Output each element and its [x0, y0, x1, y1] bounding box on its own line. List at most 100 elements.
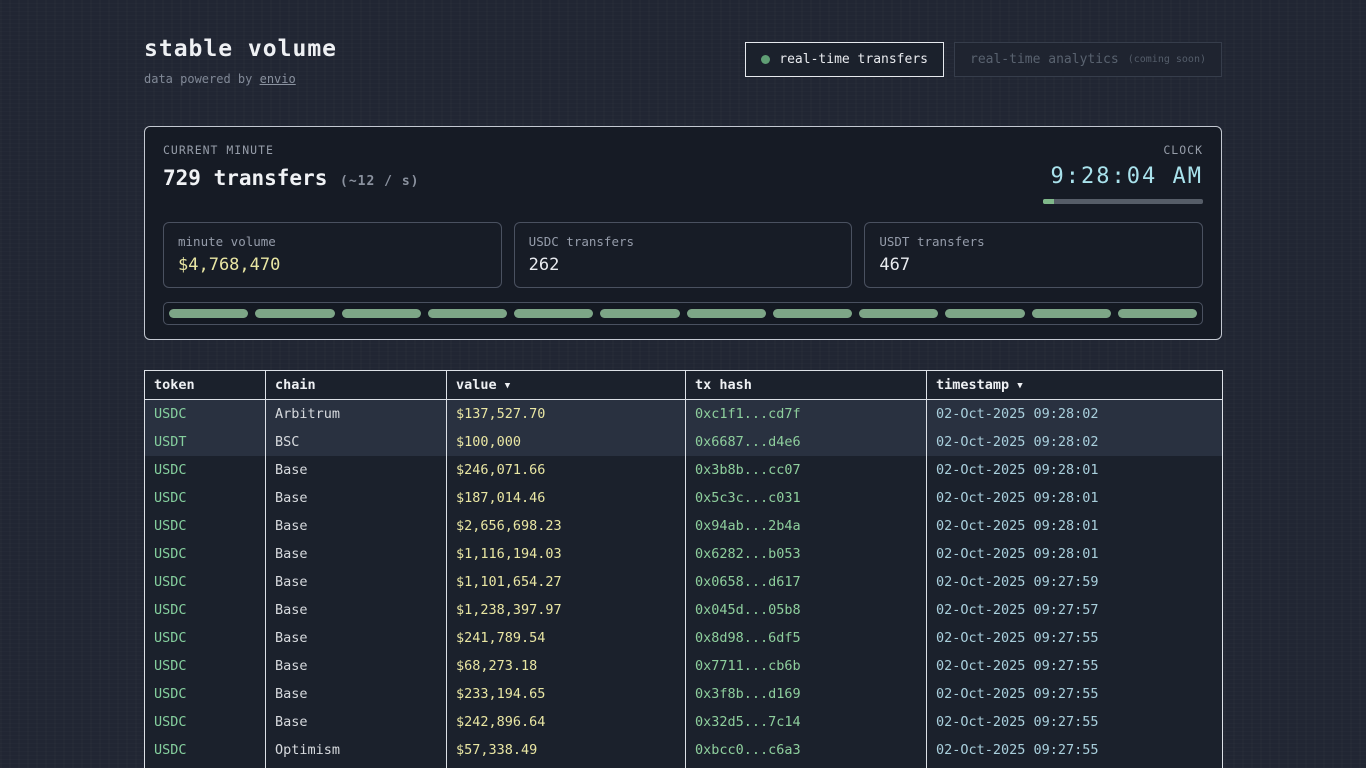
activity-segment	[859, 309, 938, 318]
timestamp-cell: 02-Oct-2025 09:27:59	[927, 568, 1223, 596]
value-cell: $233,194.65	[447, 764, 686, 768]
column-header-token: token	[145, 371, 266, 400]
tx-hash-link[interactable]: 0xbcc0...c6a3	[686, 736, 927, 764]
chain-cell: Base	[266, 652, 447, 680]
timestamp-cell: 02-Oct-2025 09:28:01	[927, 540, 1223, 568]
subtitle-prefix: data powered by	[144, 72, 260, 86]
transfer-row: USDC Base $233,194.65 0x3f8b...d169 02-O…	[145, 680, 1223, 708]
tx-hash-link[interactable]: 0x3b8b...cc07	[686, 456, 927, 484]
sort-desc-icon: ▼	[505, 381, 510, 391]
token-cell: USDC	[145, 512, 266, 540]
stat-label: USDT transfers	[879, 234, 1188, 249]
tab-bar: real-time transfers real-time analytics …	[745, 42, 1222, 77]
value-cell: $1,101,654.27	[447, 568, 686, 596]
value-cell: $1,116,194.03	[447, 540, 686, 568]
envio-link[interactable]: envio	[260, 72, 296, 86]
transfer-row: USDC Base $1,116,194.03 0x6282...b053 02…	[145, 540, 1223, 568]
clock-time: 9:28:04 AM	[1043, 164, 1203, 189]
column-header-timestamp[interactable]: timestamp ▼	[927, 371, 1223, 400]
stat-value: 262	[529, 255, 838, 275]
transfers-table-body: USDC Arbitrum $137,527.70 0xc1f1...cd7f …	[145, 400, 1223, 768]
tx-hash-link[interactable]: 0x8d98...6df5	[686, 624, 927, 652]
activity-segment	[600, 309, 679, 318]
subtitle: data powered by envio	[144, 72, 337, 86]
chain-cell: Base	[266, 624, 447, 652]
value-cell: $241,789.54	[447, 624, 686, 652]
activity-segment	[945, 309, 1024, 318]
tx-hash-link[interactable]: 0x7711...cb6b	[686, 652, 927, 680]
value-cell: $57,338.49	[447, 736, 686, 764]
current-minute-label: CURRENT MINUTE	[163, 143, 419, 157]
column-label: tx hash	[695, 377, 752, 393]
transfer-row: USDT BSC $100,000 0x6687...d4e6 02-Oct-2…	[145, 428, 1223, 456]
tx-hash-link[interactable]: 0xbf75...3661	[686, 764, 927, 768]
chain-cell: Base	[266, 764, 447, 768]
clock-label: CLOCK	[1043, 143, 1203, 157]
chain-cell: Base	[266, 596, 447, 624]
timestamp-cell: 02-Oct-2025 09:28:01	[927, 484, 1223, 512]
timestamp-cell: 02-Oct-2025 09:27:57	[927, 596, 1223, 624]
page-container: stable volume data powered by envio real…	[144, 0, 1222, 768]
token-cell: USDC	[145, 596, 266, 624]
current-minute-block: CURRENT MINUTE 729 transfers (~12 / s)	[163, 143, 419, 190]
chain-cell: Base	[266, 680, 447, 708]
tx-hash-link[interactable]: 0x045d...05b8	[686, 596, 927, 624]
clock-block: CLOCK 9:28:04 AM	[1043, 143, 1203, 204]
chain-cell: Base	[266, 484, 447, 512]
timestamp-cell: 02-Oct-2025 09:27:53	[927, 764, 1223, 768]
stat-box-usdc-transfers: USDC transfers 262	[514, 222, 853, 288]
stat-box-usdt-transfers: USDT transfers 467	[864, 222, 1203, 288]
tab-realtime-transfers[interactable]: real-time transfers	[745, 42, 944, 77]
transfer-row: USDC Arbitrum $137,527.70 0xc1f1...cd7f …	[145, 400, 1223, 428]
tx-hash-link[interactable]: 0x3f8b...d169	[686, 680, 927, 708]
transfer-row: USDC Base $187,014.46 0x5c3c...c031 02-O…	[145, 484, 1223, 512]
tx-hash-link[interactable]: 0x5c3c...c031	[686, 484, 927, 512]
coming-soon-badge: (coming soon)	[1128, 54, 1206, 65]
transfer-row: USDC Base $233,194.65 0xbf75...3661 02-O…	[145, 764, 1223, 768]
activity-segment	[514, 309, 593, 318]
transfer-row: USDC Base $241,789.54 0x8d98...6df5 02-O…	[145, 624, 1223, 652]
title-block: stable volume data powered by envio	[144, 36, 337, 86]
stat-value: 467	[879, 255, 1188, 275]
value-cell: $246,071.66	[447, 456, 686, 484]
tx-hash-link[interactable]: 0x32d5...7c14	[686, 708, 927, 736]
tx-hash-link[interactable]: 0x6282...b053	[686, 540, 927, 568]
sort-desc-icon: ▼	[1017, 381, 1022, 391]
activity-segment	[169, 309, 248, 318]
minute-progress-fill	[1043, 199, 1054, 204]
transfer-row: USDC Base $1,101,654.27 0x0658...d617 02…	[145, 568, 1223, 596]
chain-cell: Arbitrum	[266, 400, 447, 428]
token-cell: USDC	[145, 484, 266, 512]
transfers-table: token chain value ▼ tx hash timestamp ▼ …	[144, 370, 1223, 768]
value-cell: $68,273.18	[447, 652, 686, 680]
timestamp-cell: 02-Oct-2025 09:27:55	[927, 652, 1223, 680]
transfer-count-headline: 729 transfers (~12 / s)	[163, 166, 419, 190]
value-cell: $1,238,397.97	[447, 596, 686, 624]
transfer-rate: (~12 / s)	[340, 174, 419, 189]
chain-cell: Optimism	[266, 736, 447, 764]
live-dot-icon	[761, 55, 770, 64]
token-cell: USDT	[145, 428, 266, 456]
activity-segment	[255, 309, 334, 318]
value-cell: $187,014.46	[447, 484, 686, 512]
value-cell: $2,656,698.23	[447, 512, 686, 540]
tx-hash-link[interactable]: 0xc1f1...cd7f	[686, 400, 927, 428]
stat-boxes-row: minute volume $4,768,470 USDC transfers …	[163, 222, 1203, 288]
tx-hash-link[interactable]: 0x6687...d4e6	[686, 428, 927, 456]
timestamp-cell: 02-Oct-2025 09:27:55	[927, 624, 1223, 652]
activity-segment	[428, 309, 507, 318]
card-top-row: CURRENT MINUTE 729 transfers (~12 / s) C…	[163, 143, 1203, 204]
column-label: chain	[275, 377, 316, 393]
tx-hash-link[interactable]: 0x94ab...2b4a	[686, 512, 927, 540]
stat-label: USDC transfers	[529, 234, 838, 249]
tab-label: real-time analytics	[970, 52, 1119, 67]
timestamp-cell: 02-Oct-2025 09:28:02	[927, 400, 1223, 428]
timestamp-cell: 02-Oct-2025 09:27:55	[927, 680, 1223, 708]
tab-realtime-analytics[interactable]: real-time analytics (coming soon)	[954, 42, 1222, 77]
transfer-row: USDC Base $242,896.64 0x32d5...7c14 02-O…	[145, 708, 1223, 736]
value-cell: $100,000	[447, 428, 686, 456]
tx-hash-link[interactable]: 0x0658...d617	[686, 568, 927, 596]
page-title: stable volume	[144, 36, 337, 62]
column-header-value[interactable]: value ▼	[447, 371, 686, 400]
token-cell: USDC	[145, 764, 266, 768]
